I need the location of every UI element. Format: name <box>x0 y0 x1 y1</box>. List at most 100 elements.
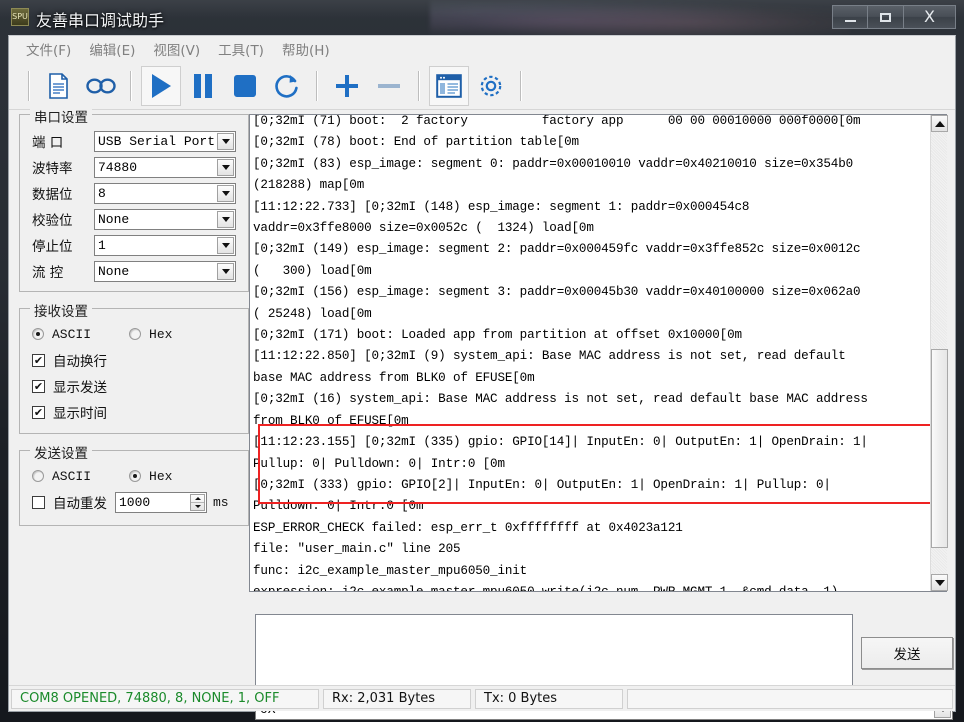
menu-help[interactable]: 帮助(H) <box>273 36 339 62</box>
parity-label: 校验位 <box>32 213 73 229</box>
parity-row: 校验位 None <box>32 207 236 231</box>
send-input[interactable] <box>255 614 853 692</box>
application-window: SPU 友善串口调试助手 X 文件(F) 编辑(E) 视图(V) 工具(T) 帮… <box>0 0 964 722</box>
auto-wrap-row: ✔ 自动换行 <box>32 347 236 373</box>
pause-icon <box>194 73 212 98</box>
databits-combo[interactable]: 8 <box>94 182 236 204</box>
send-hex-label: Hex <box>149 468 173 484</box>
show-time-label: 显示时间 <box>53 406 107 422</box>
toolbar-separator <box>316 70 318 101</box>
auto-wrap-checkbox[interactable]: ✔ <box>32 353 45 367</box>
new-document-icon <box>49 72 68 99</box>
increase-font-button[interactable] <box>327 66 367 106</box>
show-time-row: ✔ 显示时间 <box>32 399 236 425</box>
databits-combo-arrow[interactable] <box>217 184 234 202</box>
stopbits-value: 1 <box>98 237 106 253</box>
close-icon: X <box>924 7 935 26</box>
menu-tools[interactable]: 工具(T) <box>209 36 273 62</box>
stop-icon <box>234 74 256 97</box>
toolbar-separator <box>418 70 420 101</box>
receive-ascii-label: ASCII <box>52 326 92 342</box>
send-ascii-radio[interactable] <box>32 470 44 482</box>
minus-icon <box>378 83 400 88</box>
status-rx-bytes: Rx: 2,031 Bytes <box>323 688 471 709</box>
status-connection: COM8 OPENED, 74880, 8, NONE, 1, OFF <box>11 688 319 709</box>
menu-view[interactable]: 视图(V) <box>144 36 209 62</box>
port-value: USB Serial Port <box>98 133 216 149</box>
flowcontrol-combo-arrow[interactable] <box>217 262 234 280</box>
scroll-down-button[interactable] <box>931 574 948 591</box>
settings-button[interactable] <box>471 66 511 106</box>
stop-button[interactable] <box>225 66 265 106</box>
close-button[interactable]: X <box>904 5 956 29</box>
title-bar: SPU 友善串口调试助手 X <box>0 0 964 38</box>
toolbar <box>9 62 955 110</box>
stepper-up-button[interactable] <box>191 495 204 503</box>
stopbits-combo-arrow[interactable] <box>217 236 234 254</box>
receive-hex-label: Hex <box>149 326 173 342</box>
pause-button[interactable] <box>183 66 223 106</box>
window-layout-button[interactable] <box>429 65 469 106</box>
baudrate-value: 74880 <box>98 159 138 175</box>
parity-combo-arrow[interactable] <box>217 210 234 228</box>
chevron-down-icon <box>221 216 230 222</box>
serial-record-button[interactable] <box>81 66 121 106</box>
databits-label: 数据位 <box>32 187 73 203</box>
scrollbar-thumb[interactable] <box>931 349 948 548</box>
show-time-checkbox[interactable]: ✔ <box>32 405 45 419</box>
flowcontrol-combo[interactable]: None <box>94 260 236 282</box>
stopbits-label: 停止位 <box>32 239 73 255</box>
window-title: 友善串口调试助手 <box>36 11 165 30</box>
chevron-down-icon <box>221 268 230 274</box>
refresh-button[interactable] <box>267 66 307 106</box>
receive-hex-radio[interactable] <box>129 328 142 340</box>
scroll-up-button[interactable] <box>931 115 948 132</box>
minimize-button[interactable] <box>832 5 868 29</box>
serial-log-text: [0;32mI (71) boot: 2 factory factory app… <box>253 114 868 592</box>
baudrate-combo-arrow[interactable] <box>217 158 234 176</box>
radio-dot-icon <box>36 332 40 336</box>
resend-interval-stepper[interactable]: 1000 <box>115 491 207 513</box>
auto-resend-row: 自动重发 1000 ms <box>32 489 236 515</box>
stepper-arrows[interactable] <box>190 493 205 511</box>
stepper-down-button[interactable] <box>191 503 204 510</box>
interval-unit-label: ms <box>213 494 229 510</box>
port-combo[interactable]: USB Serial Port <box>94 130 236 152</box>
play-button[interactable] <box>141 65 181 106</box>
settings-gear-icon <box>480 75 502 96</box>
menu-bar: 文件(F) 编辑(E) 视图(V) 工具(T) 帮助(H) <box>9 36 955 62</box>
log-vertical-scrollbar[interactable] <box>930 115 948 591</box>
send-mode-row: ASCII Hex <box>32 463 236 489</box>
client-area: 文件(F) 编辑(E) 视图(V) 工具(T) 帮助(H) 串口设置 端 口 U… <box>8 35 956 720</box>
status-extra <box>627 688 953 709</box>
baudrate-combo[interactable]: 74880 <box>94 156 236 178</box>
serial-log-output[interactable]: [0;32mI (71) boot: 2 factory factory app… <box>249 114 947 592</box>
send-hex-radio[interactable] <box>129 470 142 482</box>
port-label: 端 口 <box>32 135 64 151</box>
receive-ascii-radio[interactable] <box>32 328 44 340</box>
receive-settings-title: 接收设置 <box>30 300 92 320</box>
send-button[interactable]: 发送 <box>861 637 953 669</box>
menu-edit[interactable]: 编辑(E) <box>80 36 144 62</box>
receive-mode-row: ASCII Hex <box>32 321 236 347</box>
port-combo-arrow[interactable] <box>217 132 234 150</box>
decrease-font-button[interactable] <box>369 66 409 106</box>
stopbits-combo[interactable]: 1 <box>94 234 236 256</box>
show-send-checkbox[interactable]: ✔ <box>32 379 45 393</box>
auto-wrap-label: 自动换行 <box>53 354 107 370</box>
resend-interval-value: 1000 <box>119 494 151 510</box>
chevron-down-icon <box>221 242 230 248</box>
menu-file[interactable]: 文件(F) <box>17 36 80 62</box>
parity-combo[interactable]: None <box>94 208 236 230</box>
auto-resend-checkbox[interactable] <box>32 495 45 509</box>
plus-icon <box>336 74 358 97</box>
window-layout-icon <box>436 73 462 98</box>
toolbar-separator <box>520 70 522 101</box>
chevron-down-icon <box>221 138 230 144</box>
minimize-icon <box>844 19 856 22</box>
toolbar-separator <box>130 70 132 101</box>
send-ascii-label: ASCII <box>52 468 92 484</box>
new-document-button[interactable] <box>39 66 79 106</box>
auto-resend-label: 自动重发 <box>53 496 107 512</box>
maximize-button[interactable] <box>868 5 904 29</box>
